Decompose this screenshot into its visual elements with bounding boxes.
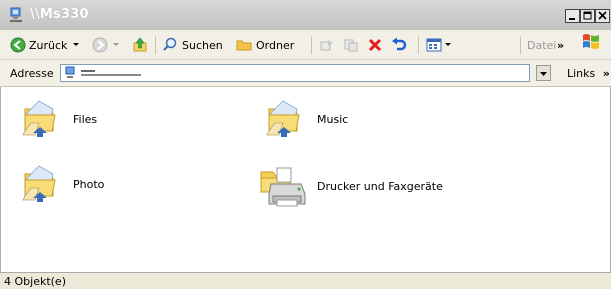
address-field[interactable] xyxy=(60,64,530,82)
search-icon xyxy=(163,37,177,51)
views-button[interactable] xyxy=(426,36,452,54)
maximize-icon xyxy=(583,11,592,20)
chevron-down-icon[interactable] xyxy=(444,41,452,49)
close-icon xyxy=(598,11,607,20)
back-arrow-icon xyxy=(10,37,26,53)
file-menu[interactable]: Datei xyxy=(527,36,556,54)
links-button[interactable]: Links » xyxy=(567,67,610,80)
shared-folder-icon xyxy=(22,165,56,202)
address-bar: Adresse Links » xyxy=(0,60,611,87)
toolbar-separator xyxy=(155,36,156,54)
up-folder-icon xyxy=(133,37,147,52)
item-label: Drucker und Faxgeräte xyxy=(317,179,443,193)
window-title: \\Ms330 xyxy=(30,7,89,22)
item-label: Music xyxy=(317,112,349,126)
list-item[interactable]: Music xyxy=(263,97,348,141)
list-item[interactable]: Drucker und Faxgeräte xyxy=(259,162,443,210)
back-label: Zurück xyxy=(29,38,68,52)
address-redacted xyxy=(81,69,141,77)
printers-faxes-icon xyxy=(260,167,306,207)
list-item[interactable]: Photo xyxy=(19,162,104,206)
item-label: Photo xyxy=(73,177,105,191)
toolbar-separator xyxy=(520,36,521,54)
delete-icon xyxy=(368,38,382,52)
network-computer-icon xyxy=(65,66,75,78)
move-to-icon xyxy=(320,40,333,51)
shared-folder-icon xyxy=(22,100,56,137)
back-button[interactable]: Zurück xyxy=(10,36,80,54)
undo-button[interactable] xyxy=(391,36,407,54)
links-overflow-chevron[interactable]: » xyxy=(603,67,610,80)
title-bar[interactable]: \\Ms330 xyxy=(0,0,611,30)
search-button[interactable]: Suchen xyxy=(162,36,223,54)
folders-button[interactable]: Ordner xyxy=(236,36,294,54)
copy-to-icon xyxy=(344,39,358,52)
toolbar-separator xyxy=(418,36,419,54)
chevron-down-icon[interactable] xyxy=(72,41,80,49)
views-icon xyxy=(426,38,442,52)
links-label: Links xyxy=(567,67,596,80)
folder-icon xyxy=(236,40,252,51)
windows-flag-icon xyxy=(583,34,599,49)
minimize-button[interactable] xyxy=(565,9,580,23)
toolbar-separator xyxy=(311,36,312,54)
forward-button[interactable] xyxy=(92,36,120,54)
undo-icon xyxy=(392,37,407,51)
windows-logo-icon xyxy=(580,33,602,51)
maximize-button[interactable] xyxy=(580,9,595,23)
chevron-down-icon xyxy=(540,72,547,76)
minimize-icon xyxy=(569,18,575,20)
shared-folder-icon xyxy=(266,100,300,137)
forward-arrow-icon xyxy=(92,37,108,53)
item-label: Files xyxy=(73,112,98,126)
delete-button[interactable] xyxy=(367,36,383,54)
up-folder-button[interactable] xyxy=(132,36,148,54)
address-dropdown-button[interactable] xyxy=(536,65,551,81)
network-computer-icon xyxy=(10,7,22,22)
copy-to-button[interactable] xyxy=(343,36,359,54)
toolbar-overflow-chevron[interactable]: » xyxy=(557,36,564,54)
toolbar: Zurück Suchen Ordner Datei » xyxy=(0,30,611,60)
search-label: Suchen xyxy=(182,38,223,52)
address-label: Adresse xyxy=(10,67,54,80)
explorer-window: \\Ms330 Zurück Suchen Ordner Datei » Adr… xyxy=(0,0,611,289)
folders-label: Ordner xyxy=(256,38,295,52)
file-list-view: Files Music Photo Drucker und Faxgeräte xyxy=(0,87,611,272)
move-to-button[interactable] xyxy=(319,36,335,54)
chevron-down-icon[interactable] xyxy=(112,41,120,49)
status-text: 4 Objekt(e) xyxy=(4,275,66,288)
close-button[interactable] xyxy=(595,9,610,23)
list-item[interactable]: Files xyxy=(19,97,97,141)
status-bar: 4 Objekt(e) xyxy=(0,272,611,289)
